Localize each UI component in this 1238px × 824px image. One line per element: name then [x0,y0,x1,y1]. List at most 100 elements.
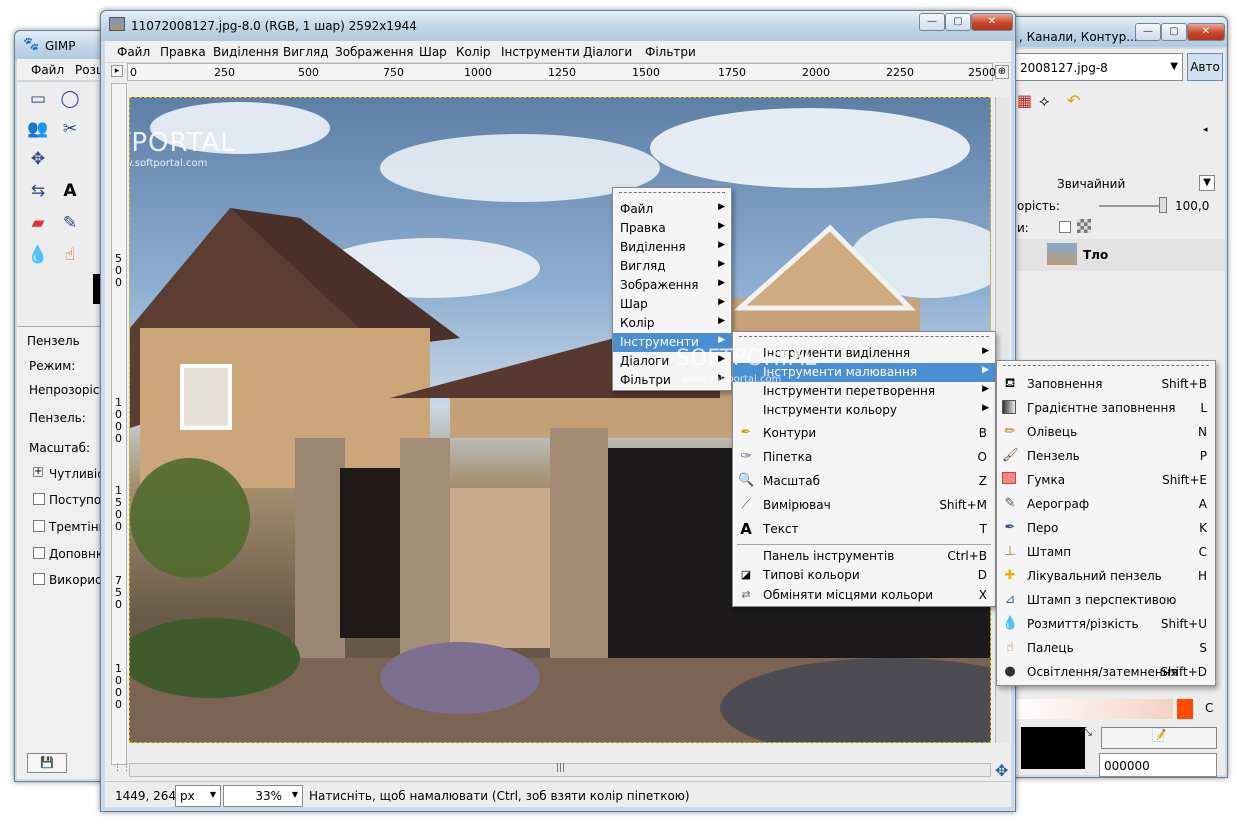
paint-bucket-fill[interactable]: ⛾ Заповнення Shift+B [997,372,1215,396]
paint-clone[interactable]: ⊥ Штамп C [997,540,1215,564]
menu-colors[interactable]: Колір [456,45,490,59]
tearoff-line[interactable] [1003,365,1209,366]
menu-layer[interactable]: Шар [419,45,447,59]
image-minimize-button[interactable]: — [919,13,945,31]
submenu-color-tools[interactable]: Інструменти кольору ▶ [733,401,995,420]
navigate-icon[interactable]: ✥ [995,761,1008,780]
panel-menu-icon[interactable]: ◂ [1203,125,1208,135]
tool-default-colors[interactable]: ◪ Типові кольори D [733,566,995,585]
fuzzy-select-icon[interactable]: 👥 [25,116,51,142]
menu-select[interactable]: Виділення [213,45,279,59]
color-gradient-area[interactable] [1013,699,1173,719]
ellipse-select-icon[interactable]: ◯ [57,86,83,112]
image-titlebar[interactable]: 11072008127.jpg-8.0 (RGB, 1 шар) 2592x19… [101,11,1015,41]
tool-measure[interactable]: ⟋ Вимірювач Shift+M [733,493,995,517]
tool-color-picker[interactable]: ✑ Піпетка O [733,445,995,469]
context-item-select[interactable]: Виділення ▶ [613,238,731,257]
scissors-icon[interactable]: ✂ [57,116,83,142]
paint-perspective-clone[interactable]: ⊿ Штамп з перспективою [997,588,1215,612]
layer-name[interactable]: Тло [1083,248,1108,262]
paint-gradient[interactable]: Градієнтне заповнення L [997,396,1215,420]
use-color-checkbox[interactable] [33,573,45,585]
save-options-button[interactable]: 💾 [27,753,67,773]
image-close-button[interactable]: ✕ [971,13,1013,31]
context-item-image[interactable]: Зображення ▶ [613,276,731,295]
layer-thumbnail[interactable] [1047,243,1077,265]
tool-zoom[interactable]: 🔍 Масштаб Z [733,469,995,493]
tearoff-line[interactable] [619,192,725,193]
horizontal-ruler[interactable]: 0 250 500 750 1000 1250 1500 1750 2000 2… [127,63,996,81]
horizontal-scrollbar[interactable]: ||| [129,763,991,777]
airbrush-tool-icon[interactable]: ✎ [57,210,83,236]
fade-checkbox[interactable] [33,493,45,505]
tool-text[interactable]: A Текст T [733,517,995,541]
menu-filters[interactable]: Фільтри [645,45,696,59]
context-item-layer[interactable]: Шар ▶ [613,295,731,314]
tool-paths[interactable]: ✒ Контури B [733,421,995,445]
tearoff-line[interactable] [739,336,989,337]
eraser-tool-icon[interactable]: ▰ [25,210,51,236]
toolbox-menu-file[interactable]: Файл [31,63,64,77]
menu-edit[interactable]: Правка [160,45,206,59]
move-icon[interactable]: ✥ [25,146,51,172]
color-swatch-orange[interactable] [1177,699,1193,719]
paint-ink[interactable]: ✒ Перо K [997,516,1215,540]
smudge-tool-icon[interactable]: ☝ [57,242,83,268]
lock-checkbox[interactable] [1059,221,1071,233]
color-picker-icon[interactable]: ⤡ [1083,725,1092,739]
context-item-file[interactable]: Файл ▶ [613,200,731,219]
image-select[interactable]: 2008127.jpg-8 ▼ [1015,53,1183,81]
rect-select-icon[interactable]: ▭ [25,86,51,112]
hex-color-field[interactable]: 000000 [1099,753,1217,777]
paint-blur[interactable]: 💧 Розмиття/різкість Shift+U [997,612,1215,636]
paint-eraser[interactable]: Гумка Shift+E [997,468,1215,492]
paint-dodge-burn[interactable]: ● Освітлення/затемнення Shift+D [997,660,1215,684]
zoom-select[interactable]: 33% ▼ [223,785,303,807]
unit-select[interactable]: px ▼ [175,785,221,807]
vruler-tick: 0 [115,698,122,711]
paint-paintbrush[interactable]: 🖌 Пензель P [997,444,1215,468]
layers-tab-icon[interactable]: ▦ [1017,91,1032,110]
vertical-ruler[interactable]: 5 0 0 1 0 0 0 1 5 0 0 7 5 0 1 0 0 0 [111,83,127,765]
menu-file[interactable]: Файл [117,45,150,59]
quick-mask-toggle-icon[interactable]: ▸ [111,65,123,77]
opacity-slider-handle[interactable] [1159,197,1167,213]
paths-tab-icon[interactable]: ⟡ [1039,91,1050,111]
opacity-slider[interactable] [1099,205,1165,207]
context-item-edit[interactable]: Правка ▶ [613,219,731,238]
zoom-value: 33% [255,789,282,803]
layers-maximize-button[interactable]: ▢ [1161,23,1187,41]
menu-dialogs[interactable]: Діалоги [583,45,632,59]
incremental-checkbox[interactable] [33,547,45,559]
flip-icon[interactable]: ⇆ [25,178,51,204]
mode-dropdown-icon[interactable]: ▼ [1199,175,1215,191]
layers-close-button[interactable]: ✕ [1187,23,1225,41]
paint-heal[interactable]: ✚ Лікувальний пензель H [997,564,1215,588]
undo-tab-icon[interactable]: ↶ [1067,91,1080,110]
ruler-tick: 250 [214,66,235,79]
scroll-grip-icon: ||| [556,763,566,773]
expand-icon[interactable]: + [33,467,43,477]
zoom-nav-icon[interactable]: ⊕ [995,65,1009,79]
menu-image[interactable]: Зображення [335,45,414,59]
paint-smudge[interactable]: ☝ Палець S [997,636,1215,660]
current-color-swatch[interactable] [1021,727,1085,769]
auto-button[interactable]: Авто [1187,53,1223,81]
paint-pencil[interactable]: ✏ Олівець N [997,420,1215,444]
lock-alpha-icon[interactable] [1077,219,1091,233]
ink-icon: ✒ [1004,520,1016,535]
menu-tools[interactable]: Інструменти [501,45,580,59]
text-tool-icon[interactable]: A [57,178,83,204]
jitter-checkbox[interactable] [33,520,45,532]
context-item-view[interactable]: Вигляд ▶ [613,257,731,276]
color-history-button[interactable]: 📝 [1101,727,1217,749]
blur-tool-icon[interactable]: 💧 [25,242,51,268]
image-maximize-button[interactable]: ▢ [945,13,971,31]
layers-minimize-button[interactable]: — [1135,23,1161,41]
menu-view[interactable]: Вигляд [283,45,329,59]
layers-titlebar[interactable]: , Канали, Контур... — ▢ ✕ [1011,17,1227,47]
paint-airbrush[interactable]: ✎ Аерограф A [997,492,1215,516]
context-item-colors[interactable]: Колір ▶ [613,314,731,333]
tool-toolbox[interactable]: Панель інструментів Ctrl+B [733,547,995,566]
tool-swap-colors[interactable]: ⇄ Обміняти місцями кольори X [733,586,995,605]
